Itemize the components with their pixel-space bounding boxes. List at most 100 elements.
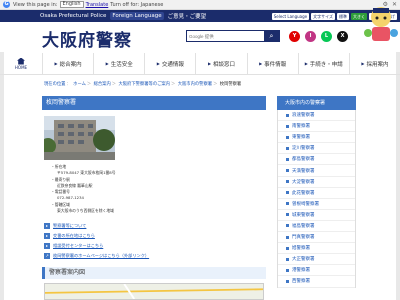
nav-home[interactable]: HOME [0,53,42,74]
sidebar-item-label: 門真警察署 [292,235,315,241]
related-links: ▸ 警察署等について ▸ 交番の所在地はこちら ▸ 相談受付センターはこちら ↗ 枚岡警… [44,221,149,261]
font-standard-button[interactable]: 標準 [337,12,349,20]
line-icon[interactable]: L [321,31,332,42]
breadcrumb: 現在の位置： ホーム＞ 総合案内＞ 大阪府下警察署等のご案内＞ 大阪市内の警察署… [44,82,242,87]
site-title[interactable]: 大阪府警察 [42,26,132,51]
nav-item[interactable]: ▶ 事件情報 [246,53,298,74]
breadcrumb-link[interactable]: 大阪市内の警察署 [178,82,212,87]
arrow-icon: ▶ [156,61,160,66]
related-link-row: ▸ 交番の所在地はこちら [44,231,149,241]
nav-home-label: HOME [14,64,28,70]
bullet-icon [286,235,289,239]
nav-item[interactable]: ▶ 生活安全 [93,53,144,74]
foreign-language-button[interactable]: Foreign Language [110,12,164,20]
youtube-icon[interactable]: Y [289,31,300,42]
related-link[interactable]: 相談受付センターはこちら [53,243,103,249]
select-language-dropdown[interactable]: Select Language [271,12,310,20]
bullet-icon [286,180,289,184]
bullet-icon [286,113,289,117]
sidebar-item[interactable]: 浪速警察署 [278,110,355,122]
bullet-icon [286,146,289,150]
related-link[interactable]: 交番の所在地はこちら [53,233,95,239]
sidebar-item[interactable]: 門真警察署 [278,232,355,244]
bullet-icon [286,279,289,283]
related-link[interactable]: 枚岡警察署のホームページはこちら（外部リンク） [53,253,149,259]
left-edge [0,52,4,300]
translate-prefix: View this page in: [13,1,58,8]
nav-label: 総合案内 [59,61,82,68]
sidebar-item[interactable]: 東警察署 [278,132,355,144]
sidebar-item[interactable]: 南警察署 [278,121,355,133]
language-select[interactable]: English [59,1,84,8]
instagram-icon[interactable]: I [305,31,316,42]
breadcrumb-current: 枚岡警察署 [219,82,242,87]
station-info-list: 所在地 〒579-8047 東大阪市枚岡1番8号 最寄り駅 近鉄奈良線 瓢箪山駅… [55,164,116,214]
sidebar-item-label: 西警察署 [292,279,310,285]
breadcrumb-link[interactable]: 大阪府下警察署等のご案内 [118,82,170,87]
sidebar-heading: 大阪市内の警察署 [277,96,356,110]
sidebar-item-label: 福島警察署 [292,223,315,229]
sidebar-item-label: 南警察署 [292,124,310,130]
sidebar-item[interactable]: 大淀警察署 [278,177,355,188]
arrow-icon: ▶ [54,61,58,66]
turn-off-label[interactable]: Turn off for: Japanese [110,2,163,8]
sidebar-item-label: 曽根崎警察署 [292,201,319,207]
sidebar-item[interactable]: 曽根崎警察署 [278,199,355,210]
sidebar-item[interactable]: 大正警察署 [278,254,355,266]
nav-item[interactable]: ▶ 相談窓口 [195,53,246,74]
info-value: 東大阪市のうち西側区を除く地域 [57,208,114,214]
bullet-icon [286,124,289,128]
nav-label: 事件情報 [264,61,287,68]
sidebar-item[interactable]: 旭警察署 [278,243,355,255]
nav-label: 相談窓口 [213,61,236,68]
sidebar-item-label: 城東警察署 [292,212,315,218]
bullet-icon [286,135,289,139]
opinion-link[interactable]: ご意見・ご要望 [168,12,207,20]
page: G View this page in: English Translate T… [0,0,400,300]
bullet-icon [286,202,289,206]
mascot-image [364,7,398,41]
sidebar-item-label: 旭警察署 [292,246,310,252]
sidebar-item[interactable]: 都島警察署 [278,154,355,166]
arrow-icon: ▶ [361,61,365,66]
sidebar-item[interactable]: 此花警察署 [278,188,355,199]
sidebar-list: 浪速警察署 南警察署 東警察署 淀川警察署 都島警察署 天満警察署 大淀警察署 … [277,110,356,288]
translate-bar: G View this page in: English Translate T… [0,0,400,10]
sns-links: Y I L X [289,31,348,42]
sidebar-item-label: 東警察署 [292,135,310,141]
bullet-icon [286,257,289,261]
right-edge [396,52,400,300]
search-box: ⌕ [186,30,280,42]
link-icon: ▸ [44,243,50,249]
bullet-icon [286,224,289,228]
breadcrumb-link[interactable]: ホーム [73,82,86,87]
breadcrumb-link[interactable]: 総合案内 [94,82,111,87]
search-input[interactable] [187,31,264,41]
nav-label: 採用案内 [366,61,389,68]
x-icon[interactable]: X [337,31,348,42]
nav-item[interactable]: ▶ 手続き・申請 [297,53,349,74]
home-icon [17,57,25,65]
nav-item[interactable]: ▶ 総合案内 [42,53,93,74]
translate-link[interactable]: Translate [86,2,109,8]
search-icon[interactable]: ⌕ [264,31,279,41]
google-icon: G [3,1,10,8]
font-size-label: 文字サイズ [311,12,335,20]
sidebar-item-label: 此花警察署 [292,190,315,196]
bullet-icon [286,191,289,195]
sidebar-item[interactable]: 港警察署 [278,265,355,277]
sidebar-item[interactable]: 城東警察署 [278,210,355,221]
sidebar-item[interactable]: 淀川警察署 [278,143,355,155]
arrow-icon: ▶ [105,61,109,66]
sidebar-item[interactable]: 天満警察署 [278,165,355,177]
arrow-icon: ▶ [207,61,212,66]
nav-item[interactable]: ▶ 交通情報 [144,53,195,74]
bullet-icon [286,169,289,173]
sidebar-item[interactable]: 福島警察署 [278,221,355,233]
related-link[interactable]: 警察署等について [53,223,86,229]
sidebar-item-label: 大淀警察署 [292,179,315,185]
sidebar-item[interactable]: 西警察署 [278,276,355,288]
station-photo [44,116,115,160]
related-link-row: ↗ 枚岡警察署のホームページはこちら（外部リンク） [44,251,149,261]
nav-item[interactable]: ▶ 採用案内 [348,53,400,74]
